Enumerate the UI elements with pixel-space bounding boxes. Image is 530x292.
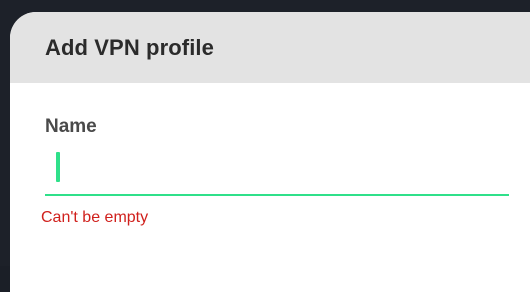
- name-input[interactable]: [45, 148, 509, 196]
- name-field-label: Name: [45, 116, 97, 137]
- text-cursor: [56, 152, 60, 182]
- dialog-title: Add VPN profile: [45, 34, 214, 60]
- name-input-underline: [45, 194, 509, 196]
- dialog-header: Add VPN profile: [10, 12, 530, 83]
- add-vpn-profile-dialog: Add VPN profile Name Can't be empty: [10, 12, 530, 292]
- name-error-message: Can't be empty: [41, 209, 149, 226]
